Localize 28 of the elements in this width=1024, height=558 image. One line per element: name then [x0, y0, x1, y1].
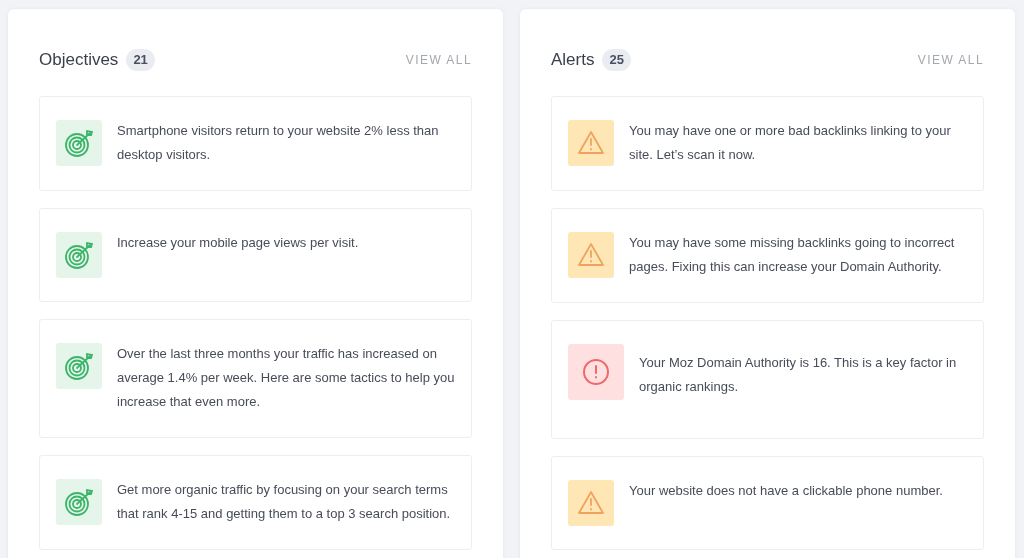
item-text: Get more organic traffic by focusing on your search terms that rank 4-15 and getting them to a top 3 search position.	[117, 480, 452, 523]
target-icon	[56, 119, 102, 166]
panel-title: Alerts	[551, 49, 595, 71]
item-text: Smartphone visitors return to your website 2% less than desktop visitors.	[117, 121, 440, 164]
item-text: Your Moz Domain Authority is 16. This is a key factor in organic rankings.	[639, 353, 958, 396]
item-text: You may have one or more bad backlinks linking to your site. Let’s scan it now.	[629, 121, 952, 164]
item-card[interactable]: You may have some missing backlinks going to incorrect pages. Fixing this can increase your Domain Authority.	[551, 207, 984, 303]
target-icon	[56, 478, 102, 525]
item-card[interactable]: Increase your mobile page views per visit.	[39, 207, 472, 302]
target-icon	[56, 231, 102, 278]
target-icon	[56, 342, 102, 389]
panel-title: Objectives	[39, 49, 119, 71]
count-badge: 21	[126, 49, 155, 71]
item-card[interactable]: Your website does not have a clickable phone number.	[551, 455, 984, 550]
warning-icon	[568, 479, 614, 526]
item-card[interactable]: Over the last three months your traffic has increased on average 1.4% per week. Here are some tactics to help you increase that even more.	[39, 318, 472, 438]
warning-icon	[568, 231, 614, 278]
item-card[interactable]: Your Moz Domain Authority is 16. This is a key factor in organic rankings.	[551, 319, 984, 439]
warning-icon	[568, 119, 614, 166]
item-text: Over the last three months your traffic has increased on average 1.4% per week. Here are some tactics to help you increase that even more.	[117, 344, 455, 411]
item-card[interactable]: You may have one or more bad backlinks linking to your site. Let’s scan it now.	[551, 95, 984, 191]
item-card[interactable]: Smartphone visitors return to your website 2% less than desktop visitors.	[39, 95, 472, 191]
item-card[interactable]: Get more organic traffic by focusing on your search terms that rank 4-15 and getting them to a top 3 search position.	[39, 454, 472, 550]
count-badge: 25	[602, 49, 631, 71]
item-text: You may have some missing backlinks going to incorrect pages. Fixing this can increase your Domain Authority.	[629, 233, 956, 276]
exclamation-icon	[568, 343, 624, 400]
item-text: Your website does not have a clickable phone number.	[629, 481, 943, 500]
item-text: Increase your mobile page views per visit.	[117, 233, 359, 252]
